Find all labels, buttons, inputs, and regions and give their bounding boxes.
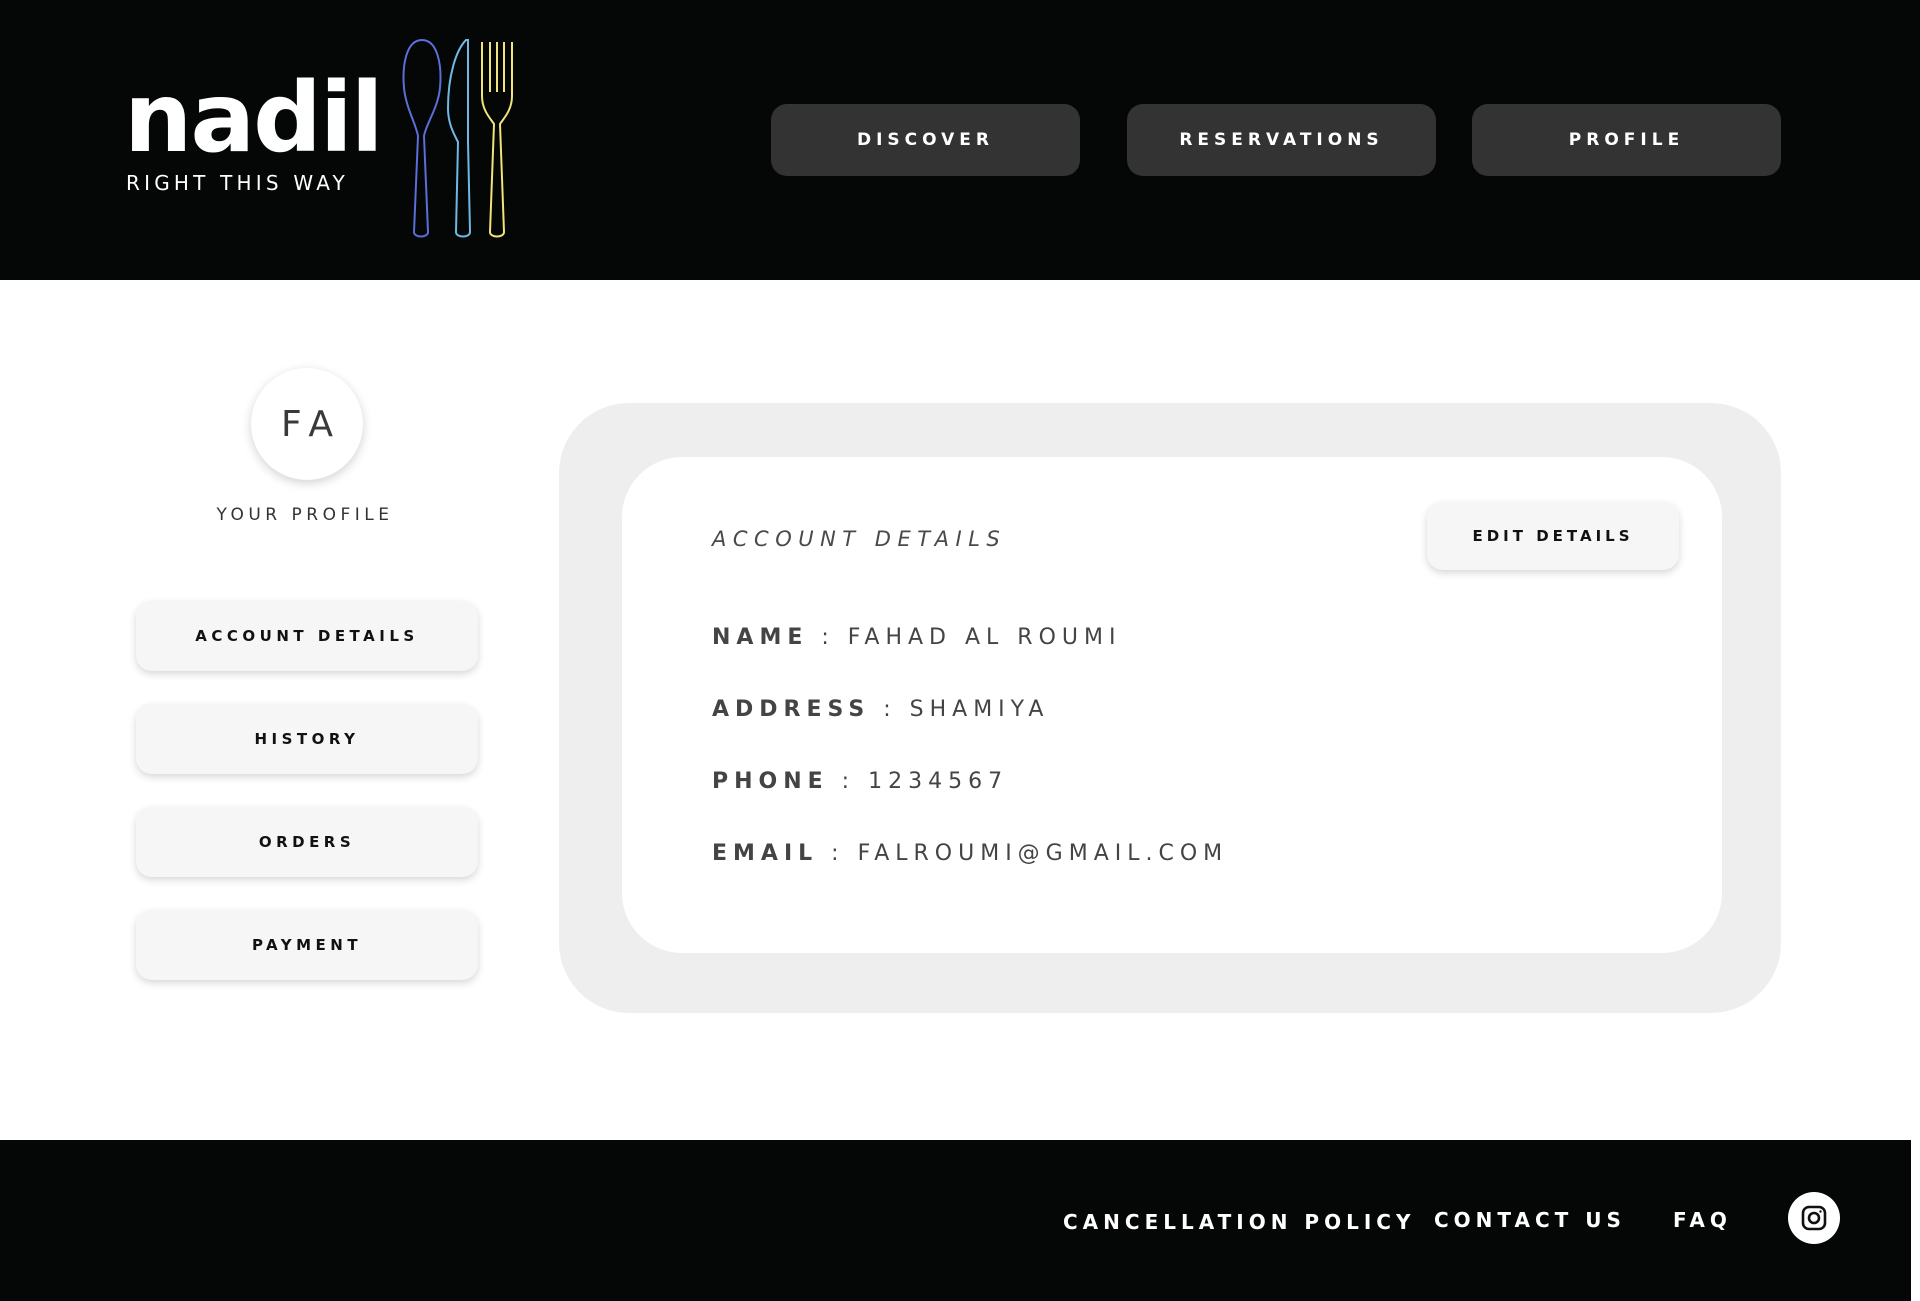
sidebar-item-history[interactable]: HISTORY xyxy=(136,704,478,774)
field-separator: : xyxy=(818,841,858,866)
field-address: ADDRESS : SHAMIYA xyxy=(712,697,1049,722)
cutlery-icon xyxy=(402,38,513,238)
instagram-button[interactable] xyxy=(1788,1192,1840,1244)
nav-reservations-button[interactable]: RESERVATIONS xyxy=(1127,104,1436,176)
edit-details-button[interactable]: EDIT DETAILS xyxy=(1427,502,1679,570)
field-label: PHONE xyxy=(712,769,829,794)
account-details-title: ACCOUNT DETAILS xyxy=(712,527,1007,551)
field-separator: : xyxy=(870,697,910,722)
brand-name[interactable]: nadil xyxy=(124,70,384,166)
nav-discover-button[interactable]: DISCOVER xyxy=(771,104,1080,176)
cancellation-policy-link[interactable]: CANCELLATION POLICY xyxy=(1063,1210,1415,1234)
sidebar-item-payment[interactable]: PAYMENT xyxy=(136,910,478,980)
field-value: FAHAD AL ROUMI xyxy=(847,625,1122,650)
site-header: nadil RIGHT THIS WAY DISCOVER RESERVATIO… xyxy=(0,0,1920,280)
field-email: EMAIL : FALROUMI@GMAIL.COM xyxy=(712,841,1228,866)
field-name: NAME : FAHAD AL ROUMI xyxy=(712,625,1121,650)
profile-label: YOUR PROFILE xyxy=(216,505,394,525)
field-value: 1234567 xyxy=(868,769,1009,794)
sidebar-item-account-details[interactable]: ACCOUNT DETAILS xyxy=(136,601,478,671)
sidebar-item-orders[interactable]: ORDERS xyxy=(136,807,478,877)
field-label: EMAIL xyxy=(712,841,819,866)
field-label: ADDRESS xyxy=(712,697,871,722)
avatar: FA xyxy=(251,368,363,480)
field-phone: PHONE : 1234567 xyxy=(712,769,1008,794)
field-value: SHAMIYA xyxy=(909,697,1050,722)
field-value: FALROUMI@GMAIL.COM xyxy=(857,841,1229,866)
instagram-icon xyxy=(1801,1205,1827,1231)
field-separator: : xyxy=(808,625,848,650)
brand-tagline: RIGHT THIS WAY xyxy=(126,171,349,195)
nav-profile-button[interactable]: PROFILE xyxy=(1472,104,1781,176)
contact-us-link[interactable]: CONTACT US xyxy=(1434,1208,1626,1232)
field-label: NAME xyxy=(712,625,809,650)
field-separator: : xyxy=(828,769,869,794)
faq-link[interactable]: FAQ xyxy=(1673,1208,1732,1232)
